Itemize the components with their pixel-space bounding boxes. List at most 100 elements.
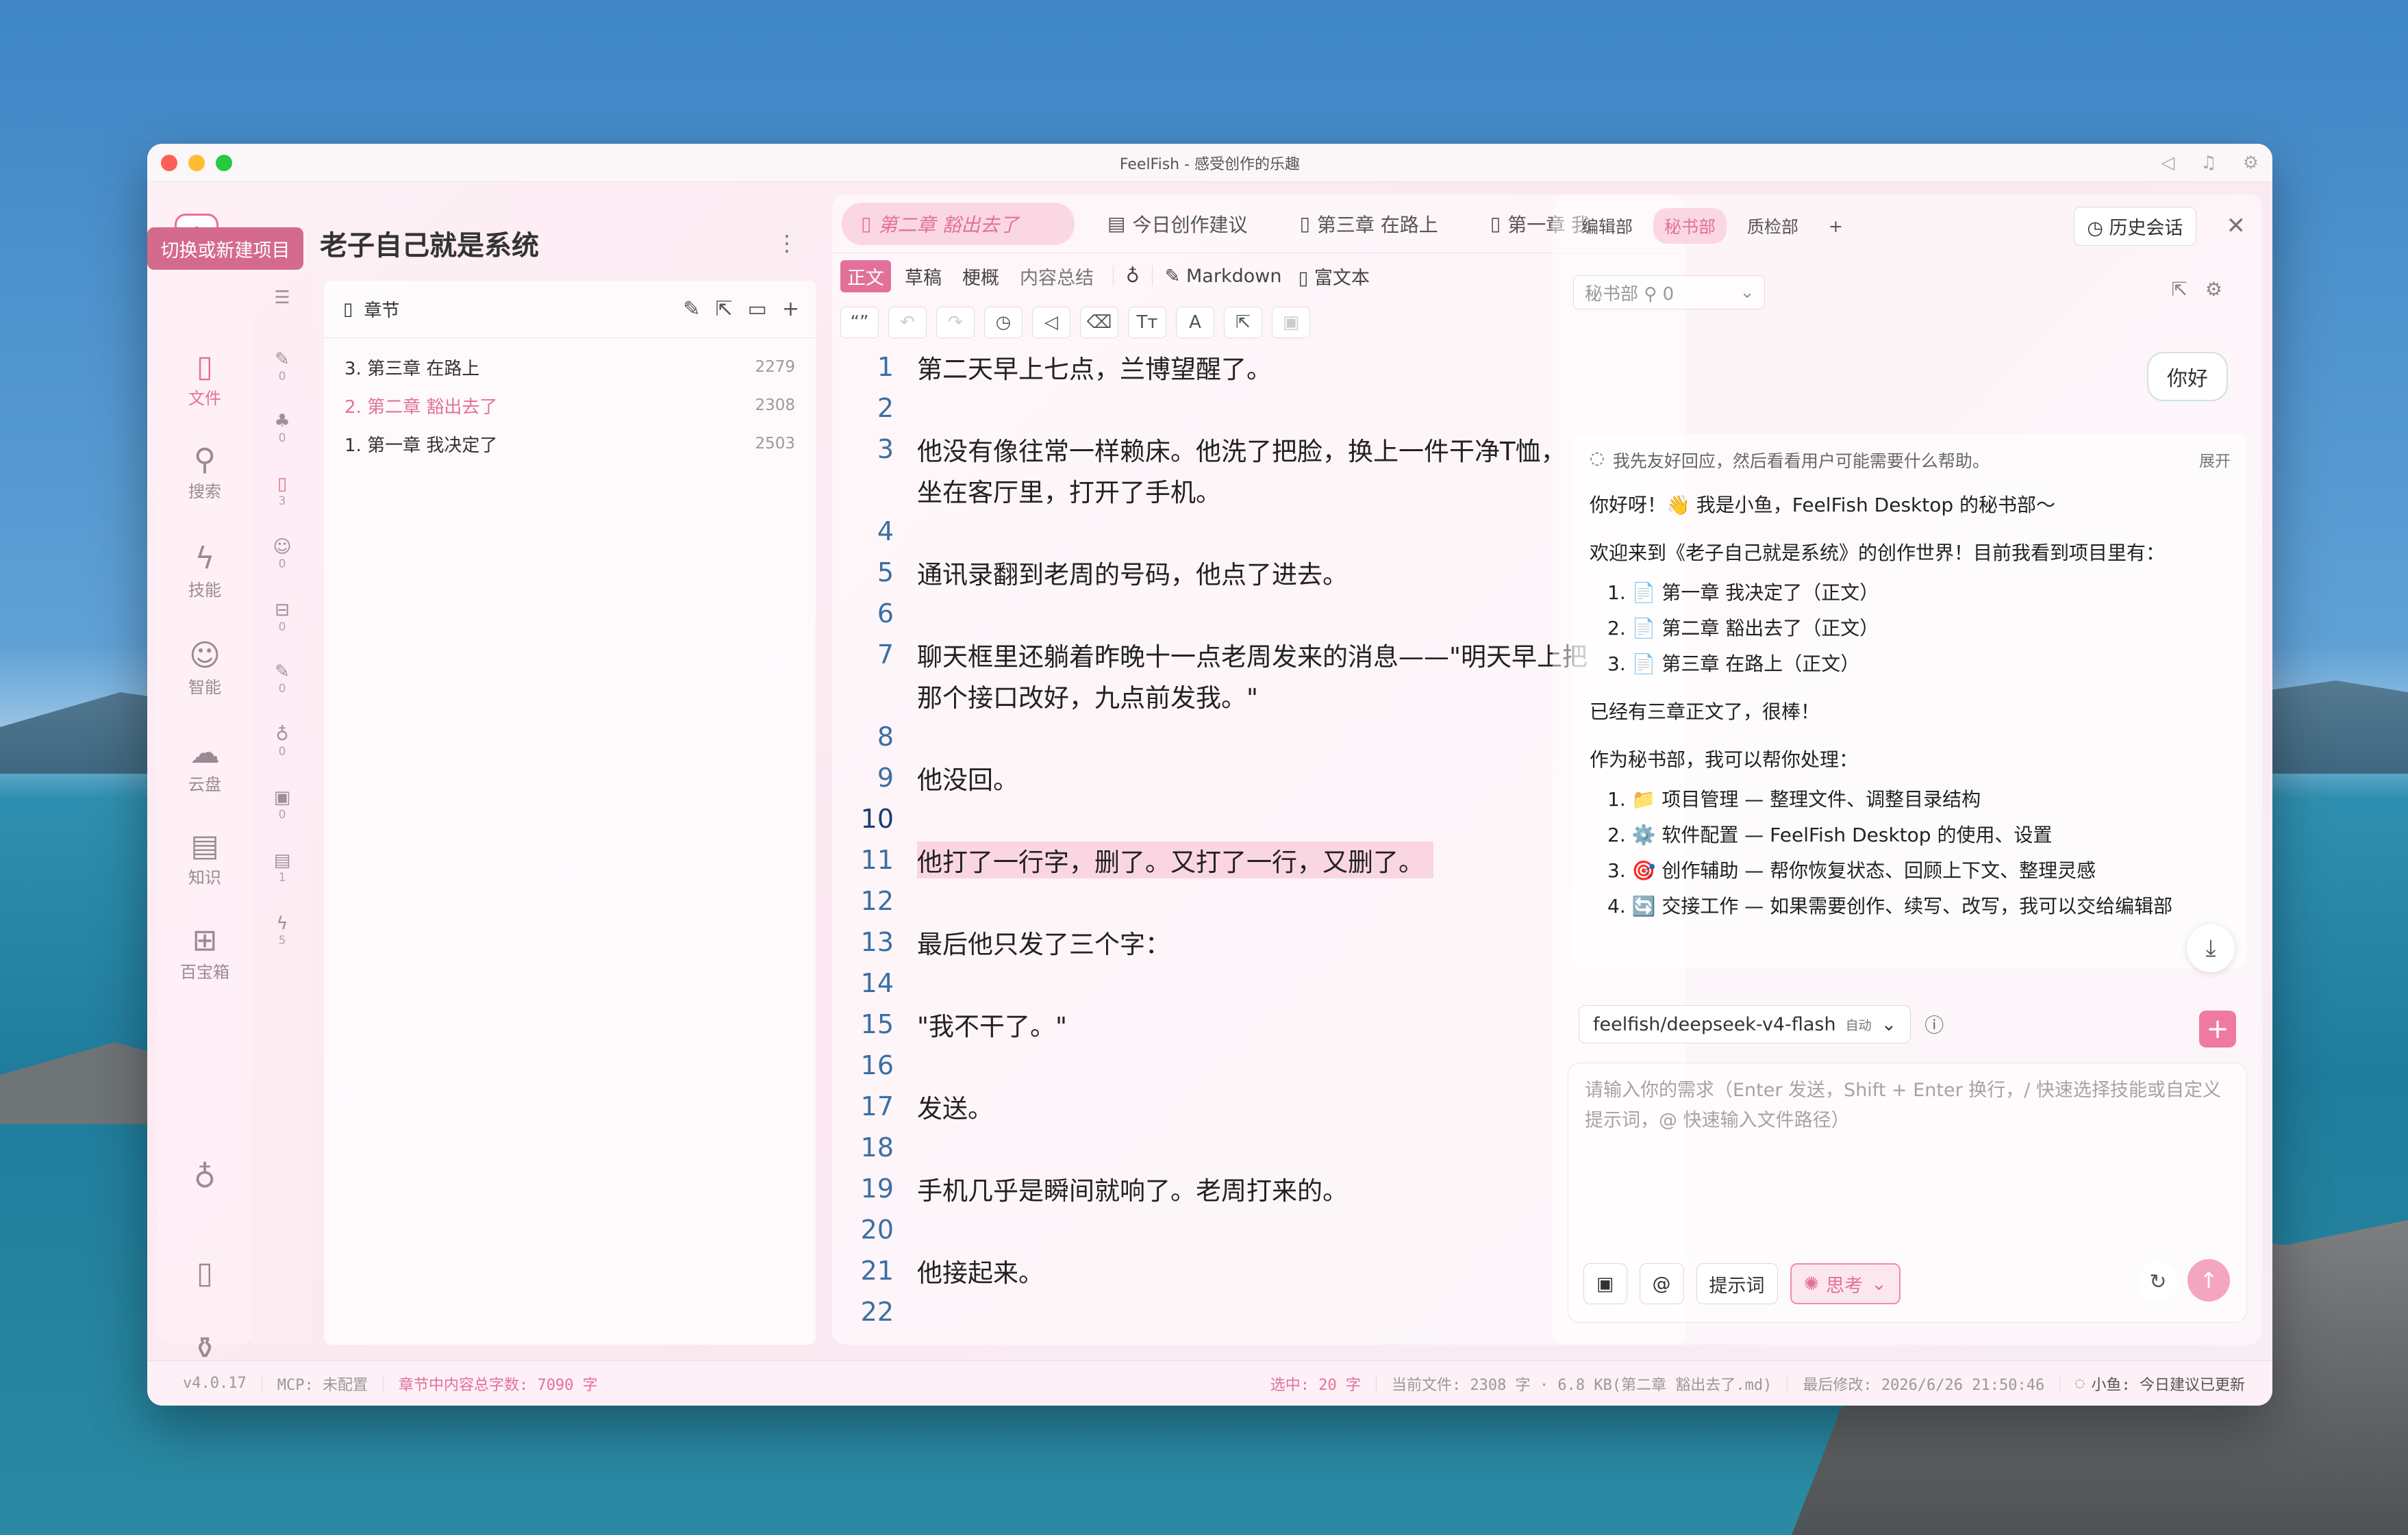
lightbulb-icon[interactable]: ♁ xyxy=(1126,266,1140,287)
font-size-icon[interactable]: Tт xyxy=(1128,307,1166,338)
sub-item-outline[interactable]: ☰ xyxy=(251,288,313,308)
export-icon[interactable]: ⇱ xyxy=(1224,307,1262,338)
line-text: 聊天框里还躺着昨晚十一点老周发来的消息——"明天早上把 xyxy=(917,642,1588,672)
markdown-toggle[interactable]: ✎ Markdown xyxy=(1165,266,1282,287)
project-name[interactable]: 老子自己就是系统 xyxy=(320,223,539,263)
chat-input-box: ▣ @ 提示词 ✺思考⌄ ↻ ↑ xyxy=(1568,1063,2247,1323)
mode-outline[interactable]: 梗概 xyxy=(955,260,1006,292)
rail-item-idea[interactable]: ♁ xyxy=(157,1160,253,1195)
announce-icon[interactable]: ◁ xyxy=(2161,153,2174,173)
refresh-button[interactable]: ↻ xyxy=(2138,1262,2178,1302)
history-button[interactable]: ◷ 历史会话 xyxy=(2074,206,2196,246)
send-button[interactable]: ↑ xyxy=(2187,1259,2230,1302)
sub-item-files[interactable]: ▤ 1 xyxy=(251,850,313,885)
assistant-status[interactable]: 小鱼: 今日建议已更新 xyxy=(2092,1373,2246,1395)
rail-item-skill[interactable]: ϟ 技能 xyxy=(157,541,253,600)
people-icon: ☺ xyxy=(273,537,292,557)
list-item: 1. 📄 第一章 我决定了（正文） xyxy=(1607,581,1879,604)
line-text: 他接起来。 xyxy=(917,1258,1044,1288)
add-icon[interactable]: + xyxy=(782,297,799,321)
tab-editorial[interactable]: 编辑部 xyxy=(1570,208,1644,244)
tab-today-suggestion[interactable]: ▤ 今日创作建议 xyxy=(1088,203,1266,245)
sub-item-skills[interactable]: ϟ5 xyxy=(251,913,313,948)
mode-body[interactable]: 正文 xyxy=(840,259,891,292)
version: v4.0.17 xyxy=(183,1375,247,1392)
expand-button[interactable]: 展开 xyxy=(2199,448,2231,472)
title-bar: FeelFish - 感受创作的乐趣 ◁ ♫ ⚙ xyxy=(147,144,2272,182)
tab-qa[interactable]: 质检部 xyxy=(1736,208,1809,244)
line-text: 手机几乎是瞬间就响了。老周打来的。 xyxy=(917,1176,1348,1206)
save-icon[interactable]: ▣ xyxy=(1272,307,1310,338)
rail-item-cloud[interactable]: ☁ 云盘 xyxy=(157,735,253,795)
mode-draft[interactable]: 草稿 xyxy=(898,260,949,292)
doc-icon: ▯ xyxy=(277,474,288,494)
sub-item-notes[interactable]: ✎ 0 xyxy=(251,661,313,696)
gear-icon[interactable]: ⚙ xyxy=(2243,153,2259,173)
line-number: 7 xyxy=(877,639,894,670)
sub-item-characters[interactable]: ☺ 0 xyxy=(251,537,313,571)
project-list: 1. 📄 第一章 我决定了（正文） 2. 📄 第二章 豁出去了（正文） 3. 📄… xyxy=(1590,578,2231,676)
new-chat-button[interactable]: + xyxy=(2199,1011,2236,1048)
think-toggle[interactable]: ✺ 思考 ⌄ xyxy=(1790,1263,1901,1304)
sub-item-images[interactable]: ▣ 0 xyxy=(251,787,313,822)
rail-item-toolbox[interactable]: ⊞ 百宝箱 xyxy=(157,923,253,982)
chat-input[interactable] xyxy=(1585,1076,2229,1213)
export-icon[interactable]: ⇱ xyxy=(715,297,732,321)
line-text: 最后他只发了三个字： xyxy=(917,930,1170,959)
quote-icon[interactable]: “” xyxy=(840,307,879,338)
bell-icon[interactable]: ♫ xyxy=(2200,153,2216,173)
sub-item-chapters[interactable]: ▯ 3 xyxy=(251,474,313,508)
rail-item-search[interactable]: ⚲ 搜索 xyxy=(157,442,253,502)
new-file-icon[interactable]: ✎ xyxy=(683,297,700,321)
prompt-button[interactable]: 提示词 xyxy=(1696,1263,1778,1304)
file-icon: ▯ xyxy=(196,349,214,384)
undo-icon[interactable]: ↶ xyxy=(888,307,927,338)
line-number: 19 xyxy=(860,1174,894,1204)
mode-summary[interactable]: 内容总结 xyxy=(1013,260,1101,292)
mention-button[interactable]: @ xyxy=(1639,1263,1684,1304)
assistant-tabs: 编辑部 秘书部 质检部 + ◷ 历史会话 ✕ xyxy=(1553,194,2262,257)
speaker-icon[interactable]: ◁ xyxy=(1032,307,1070,338)
image-button[interactable]: ▣ xyxy=(1583,1263,1627,1304)
last-modified: 最后修改: 2026/6/26 21:50:46 xyxy=(1803,1376,2045,1394)
scroll-down-button[interactable]: ⤓ xyxy=(2187,924,2235,972)
close-icon[interactable]: ✕ xyxy=(2227,212,2246,240)
dept-select[interactable]: 秘书部 ⚲ 0 ⌄ xyxy=(1573,275,1765,309)
chapter-item-active[interactable]: 2. 第二章 豁出去了 2308 xyxy=(324,386,816,424)
rail-item-mobile[interactable]: ▯ xyxy=(157,1256,253,1291)
more-icon[interactable]: ⋮ xyxy=(776,230,798,256)
redo-icon[interactable]: ↷ xyxy=(936,307,975,338)
folder-icon[interactable]: ▭ xyxy=(748,297,767,321)
info-icon[interactable]: ⓘ xyxy=(1924,1011,1944,1038)
line-number: 11 xyxy=(860,845,894,875)
tab-secretary[interactable]: 秘书部 xyxy=(1653,208,1727,244)
sub-item-structure[interactable]: ♣ 0 xyxy=(251,411,313,445)
rail-item-knowledge[interactable]: ▤ 知识 xyxy=(157,828,253,888)
eraser-icon[interactable]: ⌫ xyxy=(1080,307,1118,338)
chapter-item[interactable]: 1. 第一章 我决定了 2503 xyxy=(324,424,816,463)
chapter-panel: ▯ 章节 ✎ ⇱ ▭ + 3. 第三章 在路上 2279 2. 第二章 豁出去了 2… xyxy=(324,281,816,1345)
export-icon[interactable]: ⇱ xyxy=(2171,278,2187,301)
history-icon[interactable]: ◷ xyxy=(984,307,1023,338)
thinking-summary: ◌ 我先友好回应，然后看看用户可能需要什么帮助。 展开 xyxy=(1590,448,2231,472)
chapter-item[interactable]: 3. 第三章 在路上 2279 xyxy=(324,348,816,386)
rail-item-ai[interactable]: ☺ 智能 xyxy=(157,638,253,698)
list-item: 2. 📄 第二章 豁出去了（正文） xyxy=(1607,617,1879,639)
line-number: 3 xyxy=(877,434,894,464)
sub-item-blocks[interactable]: ⊟ 0 xyxy=(251,600,313,634)
sub-item-draft[interactable]: ✎ 0 xyxy=(251,349,313,383)
model-select[interactable]: feelfish/deepseek-v4-flash 自动 ⌄ xyxy=(1579,1005,1911,1043)
tab-chapter-3[interactable]: ▯ 第三章 在路上 xyxy=(1280,203,1457,245)
board-icon: ▤ xyxy=(1107,212,1126,235)
project-tooltip: 切换或新建项目 xyxy=(147,227,303,270)
rail-item-file[interactable]: ▯ 文件 xyxy=(157,349,253,409)
font-color-icon[interactable]: A xyxy=(1176,307,1214,338)
tab-chapter-2[interactable]: ▯ 第二章 豁出去了 xyxy=(842,202,1075,245)
download-icon: ⤓ xyxy=(2205,935,2216,962)
sub-item-ideas[interactable]: ♁ 0 xyxy=(251,724,313,759)
mcp-status[interactable]: MCP: 未配置 xyxy=(277,1373,368,1395)
add-tab-icon[interactable]: + xyxy=(1829,216,1843,236)
richtext-toggle[interactable]: ▯ 富文本 xyxy=(1298,263,1369,290)
gear-icon[interactable]: ⚙ xyxy=(2205,278,2222,301)
line-number: 12 xyxy=(860,886,894,916)
